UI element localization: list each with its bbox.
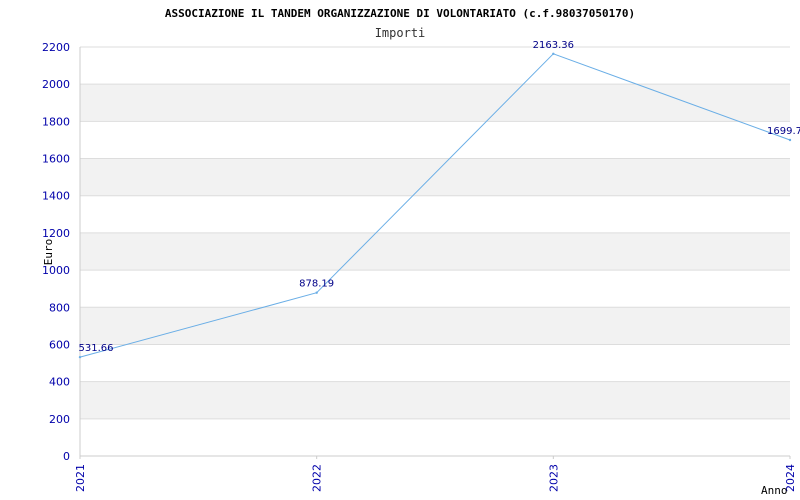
y-tick-label: 2200 [42,41,70,54]
data-point [788,138,792,142]
y-tick-label: 600 [49,338,70,351]
chart-subtitle: Importi [375,26,426,40]
data-label: 2163.36 [533,40,574,51]
data-label: 531.66 [79,343,114,354]
y-tick-label: 1800 [42,115,70,128]
x-tick-label: 2022 [311,464,324,492]
y-tick-label: 0 [63,450,70,463]
y-tick-label: 2000 [42,78,70,91]
y-tick-label: 1400 [42,190,70,203]
x-tick-labels: 2021 2022 2023 2024 [74,464,797,492]
grid-band [80,84,790,122]
y-tick-label: 1600 [42,153,70,166]
line-chart: 0200400600800100012001400160018002000220… [42,7,800,497]
data-point [315,291,318,294]
x-tick-label: 2023 [547,464,560,492]
grid-band [80,307,790,345]
y-tick-label: 800 [49,301,70,314]
y-tick-label: 1200 [42,227,70,240]
data-label: 878.19 [299,279,334,290]
x-tick-label: 2021 [74,464,87,492]
data-point [552,52,555,56]
data-label: 1699.7 [767,126,800,137]
background-bands [80,84,790,419]
data-point [78,355,82,359]
grid-band [80,232,790,271]
x-axis-label: Anno [761,484,788,497]
grid-band [80,158,790,196]
grid-band [80,381,790,419]
y-tick-label: 400 [49,376,70,389]
y-tick-label: 200 [49,413,70,426]
y-axis-label: Euro [42,239,55,266]
chart-title: ASSOCIAZIONE IL TANDEM ORGANIZZAZIONE DI… [165,7,635,20]
